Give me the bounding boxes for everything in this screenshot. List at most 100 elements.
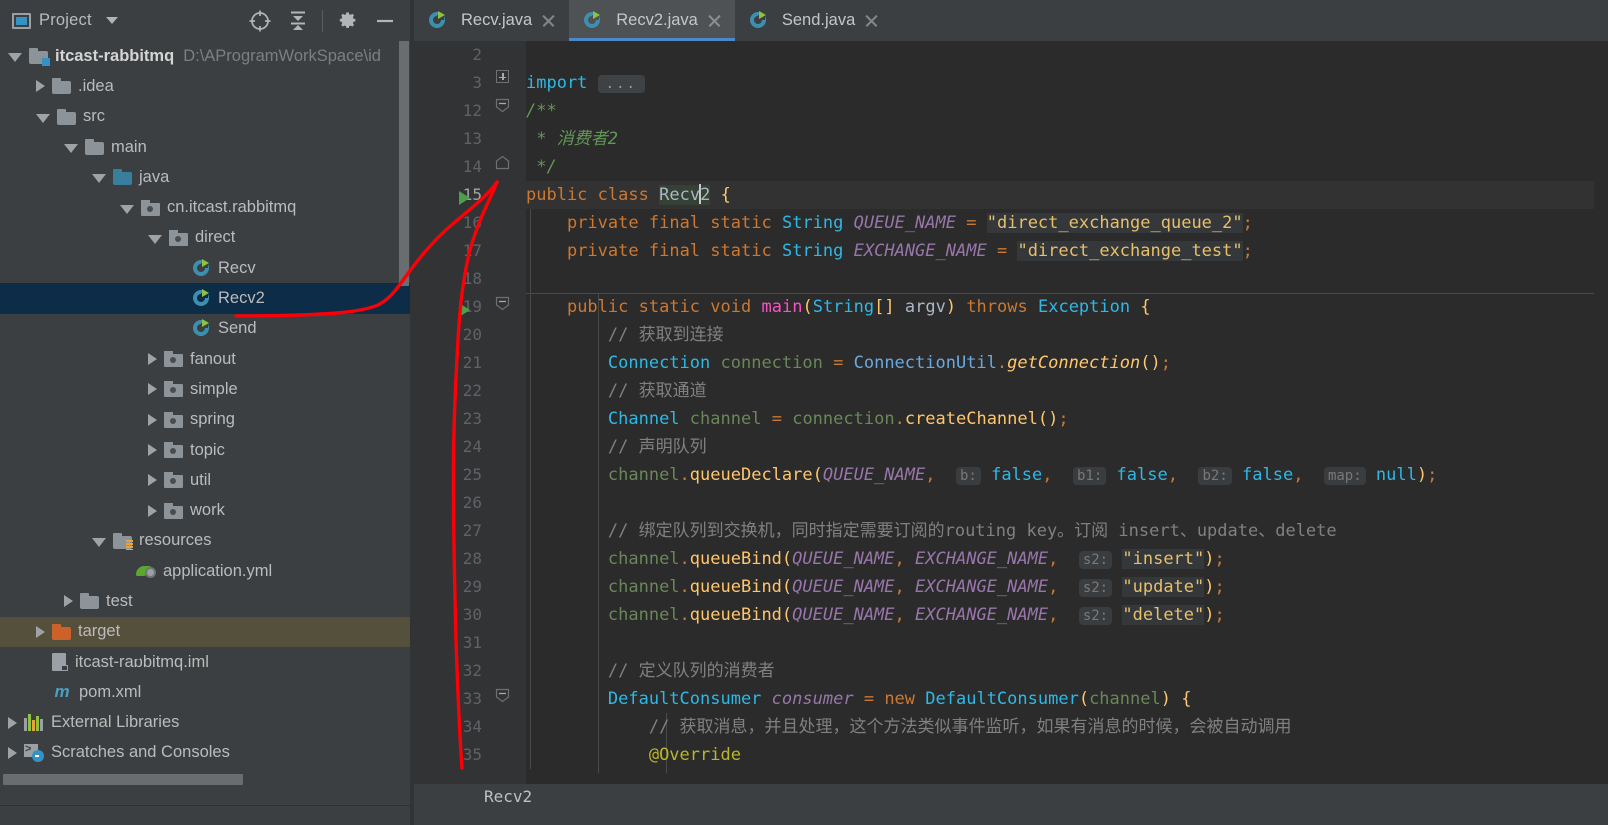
folder-resources-icon xyxy=(113,532,133,550)
tree-item-external-libraries[interactable]: External Libraries xyxy=(0,708,410,738)
close-icon[interactable] xyxy=(707,13,722,28)
code-editor[interactable]: import ... /** * 消费者2 */ public class Recv… xyxy=(526,41,1608,784)
tree-item-recv[interactable]: Recv xyxy=(0,253,410,283)
editor-tab-recv-java[interactable]: Recv.java xyxy=(414,0,569,41)
tree-item-src[interactable]: src xyxy=(0,102,410,132)
editor-tab-label: Recv.java xyxy=(461,11,533,29)
tree-item-target[interactable]: target xyxy=(0,616,410,647)
editor-tab-recv2-java[interactable]: Recv2.java xyxy=(569,0,735,41)
tree-item-util[interactable]: util xyxy=(0,465,410,495)
collapse-all-icon[interactable] xyxy=(279,2,317,40)
chevron-right-icon[interactable] xyxy=(36,625,45,638)
tree-item-topic[interactable]: topic xyxy=(0,435,410,465)
tree-item-simple[interactable]: simple xyxy=(0,374,410,404)
chevron-right-icon[interactable] xyxy=(36,80,45,93)
tree-item-label: .idea xyxy=(78,76,114,95)
chevron-right-icon[interactable] xyxy=(148,383,157,396)
line-number-30: 30 xyxy=(462,605,482,624)
editor-tab-bar: Recv.java Recv2.java Send.java xyxy=(414,0,1608,41)
tree-item-application-yml[interactable]: application.yml xyxy=(0,556,410,586)
breadcrumb[interactable]: Recv2 xyxy=(414,784,1608,809)
param-hint: s2: xyxy=(1078,551,1113,569)
close-icon[interactable] xyxy=(541,13,556,28)
editor-gutter[interactable]: 2 3 12 13 14 15 16 17 18 19 20 21 22 23 24 25 26 27 28 29 30… xyxy=(414,41,490,784)
tree-item-direct[interactable]: direct xyxy=(0,223,410,253)
chevron-right-icon[interactable] xyxy=(148,474,157,487)
folded-import-placeholder[interactable]: ... xyxy=(597,75,645,93)
tree-item-spring[interactable]: spring xyxy=(0,405,410,435)
editor-tab-label: Recv2.java xyxy=(616,11,698,29)
editor-gutter-folding[interactable] xyxy=(490,41,526,784)
run-gutter-icon-line-15[interactable] xyxy=(459,191,470,205)
chevron-down-icon[interactable] xyxy=(92,174,106,184)
package-icon xyxy=(164,411,183,428)
tree-item-work[interactable]: work xyxy=(0,495,410,525)
run-gutter-icon-line-19[interactable] xyxy=(459,303,470,317)
code-line-3: import ... xyxy=(526,69,645,97)
tree-item-fanout[interactable]: fanout xyxy=(0,344,410,374)
chevron-down-icon[interactable] xyxy=(120,204,134,214)
project-tree[interactable]: itcast-rabbitmq D:\AProgramWorkSpace\id .i… xyxy=(0,41,410,825)
tree-horizontal-scrollbar[interactable] xyxy=(3,774,243,785)
line-number-32: 32 xyxy=(462,661,482,680)
gear-icon[interactable] xyxy=(328,2,366,40)
line-number-13: 13 xyxy=(462,129,482,148)
line-number-26: 26 xyxy=(462,493,482,512)
folder-module-icon xyxy=(29,48,50,67)
tree-item-itcast-rabbitmq-iml[interactable]: itcast-rabbitmq.iml xyxy=(0,647,410,677)
editor-scrollbar-strip[interactable] xyxy=(1594,41,1608,784)
tree-item-idea[interactable]: .idea xyxy=(0,71,410,101)
chevron-down-icon[interactable] xyxy=(8,53,22,63)
project-label: Project xyxy=(39,11,92,29)
chevron-right-icon[interactable] xyxy=(8,746,17,759)
fold-collapse-anon-class-icon[interactable] xyxy=(495,688,510,703)
tree-item-send[interactable]: Send xyxy=(0,314,410,344)
breadcrumb-item-class[interactable]: Recv2 xyxy=(484,787,532,806)
chevron-down-icon[interactable] xyxy=(92,537,106,547)
chevron-right-icon[interactable] xyxy=(148,413,157,426)
tree-item-recv2[interactable]: Recv2 xyxy=(0,283,410,314)
code-line-17: private final static String EXCHANGE_NAM… xyxy=(566,241,1253,261)
line-number-27: 27 xyxy=(462,521,482,540)
tree-item-pom-xml[interactable]: m pom.xml xyxy=(0,677,410,707)
tree-item-label: target xyxy=(78,622,121,641)
chevron-right-icon[interactable] xyxy=(64,595,73,608)
tree-item-cn-itcast-rabbitmq[interactable]: cn.itcast.rabbitmq xyxy=(0,192,410,222)
tree-item-java[interactable]: java xyxy=(0,162,410,192)
tree-hscroll-track[interactable] xyxy=(0,774,406,805)
chevron-right-icon[interactable] xyxy=(148,444,157,456)
fold-collapse-javadoc-icon[interactable] xyxy=(495,98,510,113)
locate-icon[interactable] xyxy=(241,2,279,40)
tree-item-scratches-and-consoles[interactable]: > Scratches and Consoles xyxy=(0,738,410,768)
chevron-down-icon[interactable] xyxy=(105,17,118,24)
ide-window: Project itcast-rabbitmq D:\AProgramWorkS… xyxy=(0,0,1608,825)
fold-collapse-method-icon[interactable] xyxy=(495,296,510,311)
folder-icon xyxy=(80,593,99,610)
tree-item-label: Send xyxy=(218,319,257,338)
code-line-30: channel.queueBind(QUEUE_NAME, EXCHANGE_N… xyxy=(607,605,1225,625)
code-line-24: // 声明队列 xyxy=(607,437,707,457)
iml-file-icon xyxy=(52,653,140,672)
java-class-icon xyxy=(583,11,602,30)
tree-vertical-scrollbar[interactable] xyxy=(399,41,409,286)
project-view-selector[interactable]: Project xyxy=(0,11,118,30)
code-line-16: private final static String QUEUE_NAME =… xyxy=(566,213,1253,233)
code-line-25: channel.queueDeclare(QUEUE_NAME, b: fals… xyxy=(607,465,1438,485)
chevron-down-icon[interactable] xyxy=(36,113,50,123)
tree-item-label: topic xyxy=(190,440,225,459)
tree-item-itcast-rabbitmq[interactable]: itcast-rabbitmq D:\AProgramWorkSpace\id xyxy=(0,41,410,71)
chevron-right-icon[interactable] xyxy=(8,716,17,729)
chevron-right-icon[interactable] xyxy=(148,504,157,517)
tree-item-main[interactable]: main xyxy=(0,132,410,162)
minimize-icon[interactable] xyxy=(366,2,404,40)
editor-tab-send-java[interactable]: Send.java xyxy=(735,0,892,41)
tree-item-resources[interactable]: resources xyxy=(0,526,410,556)
tree-item-test[interactable]: test xyxy=(0,586,410,616)
line-number-18: 18 xyxy=(462,269,482,288)
close-icon[interactable] xyxy=(864,13,879,28)
chevron-down-icon[interactable] xyxy=(148,234,162,244)
line-number-31: 31 xyxy=(462,633,482,652)
fold-expand-import-icon[interactable] xyxy=(496,70,509,83)
chevron-down-icon[interactable] xyxy=(64,144,78,154)
chevron-right-icon[interactable] xyxy=(148,353,157,366)
